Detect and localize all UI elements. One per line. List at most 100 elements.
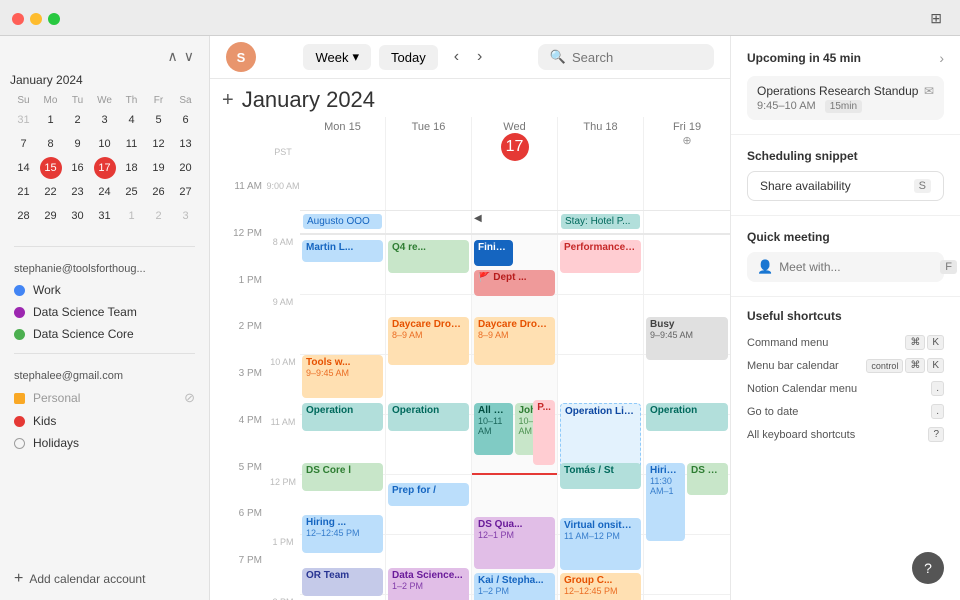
mini-cal-day[interactable]: 11 — [121, 133, 143, 155]
all-day-event-augusto[interactable]: Augusto OOO — [303, 214, 382, 229]
event-ds-qua[interactable]: DS Qua... 12–1 PM — [474, 517, 555, 569]
upcoming-arrow[interactable]: › — [939, 50, 944, 66]
all-day-event-hotel[interactable]: Stay: Hotel P... — [561, 214, 640, 229]
search-input[interactable] — [572, 50, 702, 65]
calendar-data-science-team[interactable]: Data Science Team — [0, 301, 209, 323]
event-dept[interactable]: 🚩 Dept ... — [474, 270, 555, 296]
mini-cal-day[interactable]: 10 — [94, 133, 116, 155]
event-ds-core-mon[interactable]: DS Core l — [302, 463, 383, 491]
mini-cal-day[interactable]: 3 — [175, 205, 197, 227]
add-calendar-button[interactable]: + Add calendar account — [0, 566, 209, 592]
maximize-button[interactable] — [48, 13, 60, 25]
event-hiring-manage[interactable]: Hiring Manage... 11:30 AM–1 — [646, 463, 685, 541]
event-martin[interactable]: Martin L... — [302, 240, 383, 262]
mini-cal-day[interactable]: 8 — [40, 133, 62, 155]
mini-cal-next[interactable]: ∨ — [181, 48, 197, 65]
person-icon: 👤 — [757, 259, 773, 275]
prev-week-button[interactable]: ‹ — [446, 44, 467, 70]
event-p-wed[interactable]: P... — [533, 400, 555, 465]
mini-cal-day[interactable]: 30 — [67, 205, 89, 227]
event-virtual-onsite[interactable]: Virtual onsite ... 11 AM–12 PM — [560, 518, 641, 570]
mini-cal-day[interactable]: 2 — [148, 205, 170, 227]
mini-cal-day[interactable]: 21 — [13, 181, 35, 203]
pst-time-labels: 8 AM 9 AM 10 AM 11 AM 12 PM 1 PM 2 PM 3 … — [266, 235, 300, 600]
day-name-mon: Mon 15 — [302, 121, 383, 133]
calendar-data-science-core[interactable]: Data Science Core — [0, 323, 209, 345]
event-operation-mon[interactable]: Operation — [302, 403, 383, 431]
mini-cal-day[interactable]: 1 — [121, 205, 143, 227]
upcoming-duration-badge: 15min — [825, 100, 862, 113]
mini-cal-day[interactable]: 31 — [13, 109, 35, 131]
mini-cal-day[interactable]: 16 — [67, 157, 89, 179]
help-button[interactable]: ? — [912, 552, 944, 584]
event-all-hands[interactable]: All Hands 10–11 AM — [474, 403, 513, 455]
minimize-button[interactable] — [30, 13, 42, 25]
all-day-mon: Augusto OOO — [300, 211, 386, 233]
time-row-2pm: 2 PM — [210, 319, 266, 366]
meet-with-input[interactable] — [779, 260, 934, 274]
mini-cal-day-17-today[interactable]: 17 — [94, 157, 116, 179]
event-hiring-mon[interactable]: Hiring ... 12–12:45 PM — [302, 515, 383, 553]
upcoming-title: Upcoming in 45 min — [747, 51, 861, 65]
mini-cal-day[interactable]: 13 — [175, 133, 197, 155]
mini-cal-day[interactable]: 26 — [148, 181, 170, 203]
mini-cal-day[interactable]: 2 — [67, 109, 89, 131]
event-operation-fri[interactable]: Operation — [646, 403, 728, 431]
event-daycare-tue[interactable]: Daycare Dropoff 8–9 AM — [388, 317, 469, 365]
dst-cal-dot — [14, 307, 25, 318]
mini-cal-day[interactable]: 3 — [94, 109, 116, 131]
week-selector[interactable]: Week ▾ — [303, 44, 371, 70]
today-button[interactable]: Today — [379, 45, 438, 70]
event-tomas-st[interactable]: Tomás / St — [560, 463, 641, 489]
event-data-science-tue-1[interactable]: Data Science... 1–2 PM — [388, 568, 469, 600]
shortcut-keys-menubar: control ⌘ K — [866, 358, 944, 373]
event-daycare-wed[interactable]: Daycare Dropoff 8–9 AM — [474, 317, 555, 365]
mini-cal-day[interactable]: 20 — [175, 157, 197, 179]
event-prep-for[interactable]: Prep for / — [388, 483, 469, 506]
mini-cal-day[interactable]: 27 — [175, 181, 197, 203]
mini-cal-day[interactable]: 19 — [148, 157, 170, 179]
mini-cal-day[interactable]: 25 — [121, 181, 143, 203]
user-avatar[interactable]: S — [226, 42, 256, 72]
event-or-team[interactable]: OR Team — [302, 568, 383, 596]
event-group-c[interactable]: Group C... 12–12:45 PM — [560, 573, 641, 600]
calendar-kids[interactable]: Kids — [0, 410, 209, 432]
add-event-button[interactable]: + — [222, 89, 234, 112]
event-finish-p[interactable]: Finish p... — [474, 240, 513, 266]
event-tools-w[interactable]: Tools w... 9–9:45 AM — [302, 355, 383, 398]
mini-cal-day[interactable]: 22 — [40, 181, 62, 203]
mini-cal-day[interactable]: 14 — [13, 157, 35, 179]
calendar-work[interactable]: Work — [0, 279, 209, 301]
mini-cal-day[interactable]: 4 — [121, 109, 143, 131]
mini-cal-day[interactable]: 6 — [175, 109, 197, 131]
mini-cal-day[interactable]: 7 — [13, 133, 35, 155]
upcoming-event-card[interactable]: Operations Research Standup ✉ 9:45–10 AM… — [747, 76, 944, 120]
mini-cal-day[interactable]: 31 — [94, 205, 116, 227]
next-week-button[interactable]: › — [469, 44, 490, 70]
day-columns: Martin L... Tools w... 9–9:45 AM Operati… — [300, 235, 730, 600]
mini-cal-day[interactable]: 29 — [40, 205, 62, 227]
search-box[interactable]: 🔍 — [538, 44, 714, 70]
mini-cal-day[interactable]: 9 — [67, 133, 89, 155]
event-kai-stepha[interactable]: Kai / Stepha... 1–2 PM — [474, 573, 555, 600]
mini-cal-day[interactable]: 12 — [148, 133, 170, 155]
mini-cal-day[interactable]: 1 — [40, 109, 62, 131]
event-performance-review[interactable]: Performance review talk... — [560, 240, 641, 273]
event-operation-tue[interactable]: Operation — [388, 403, 469, 431]
event-busy-fri-1[interactable]: Busy 9–9:45 AM — [646, 317, 728, 360]
add-fri-button[interactable]: ⊕ — [682, 134, 691, 147]
close-button[interactable] — [12, 13, 24, 25]
event-q4-re[interactable]: Q4 re... — [388, 240, 469, 273]
split-view-button[interactable]: ⊞ — [924, 8, 948, 29]
mini-cal-day[interactable]: 5 — [148, 109, 170, 131]
calendar-holidays[interactable]: Holidays — [0, 432, 209, 454]
mini-cal-day-15[interactable]: 15 — [40, 157, 62, 179]
mini-cal-day[interactable]: 18 — [121, 157, 143, 179]
share-availability-button[interactable]: Share availability S — [747, 171, 944, 201]
event-ds-core-s[interactable]: DS Core S — [687, 463, 728, 495]
mini-cal-day[interactable]: 24 — [94, 181, 116, 203]
mini-cal-day[interactable]: 28 — [13, 205, 35, 227]
mini-cal-prev[interactable]: ∧ — [165, 48, 181, 65]
mini-cal-day[interactable]: 23 — [67, 181, 89, 203]
personal-toggle-icon[interactable]: ⊘ — [184, 390, 195, 406]
